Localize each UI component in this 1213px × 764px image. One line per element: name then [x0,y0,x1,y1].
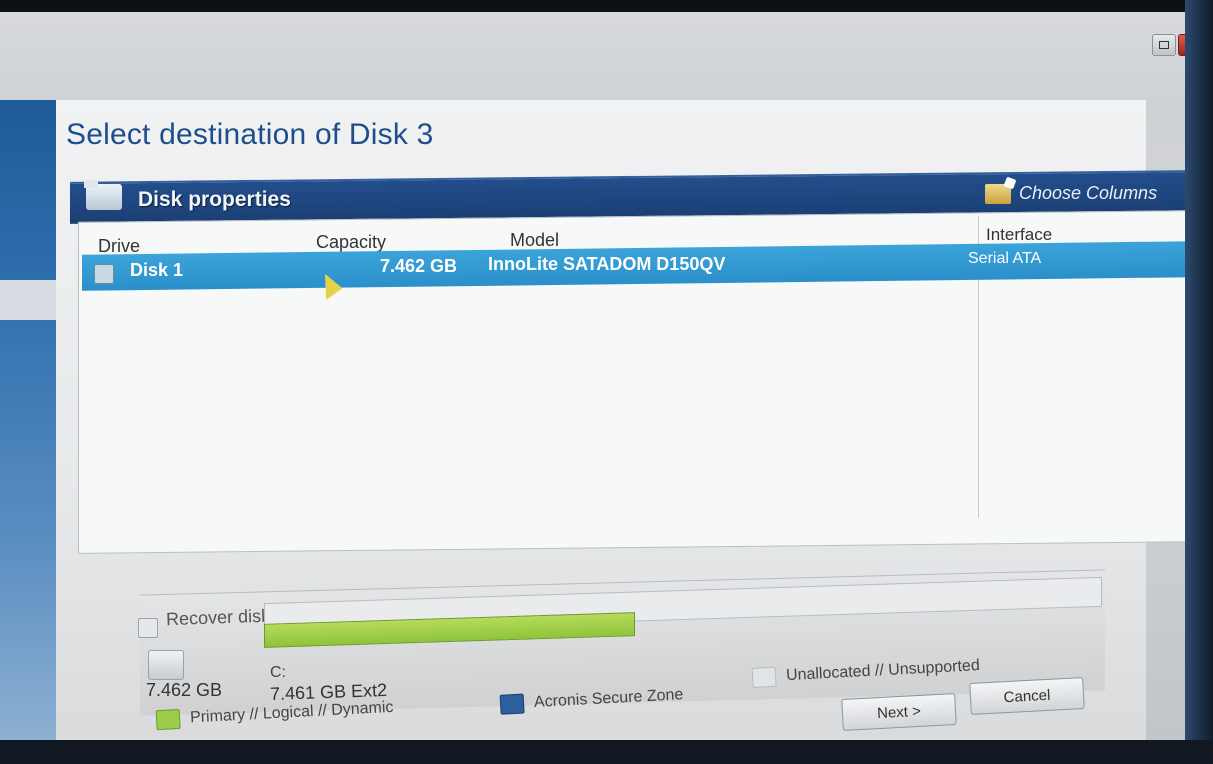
choose-columns-button[interactable]: Choose Columns [985,183,1157,204]
recover-disk-signature-checkbox[interactable] [138,618,158,638]
panel-title: Disk properties [138,188,291,211]
left-sidebar-divider [0,280,56,320]
cell-model: InnoLite SATADOM D150QV [488,254,726,274]
acronis-swatch-icon [499,693,525,715]
disk-size: 7.462 GB [146,680,223,700]
cancel-button[interactable]: Cancel [969,677,1085,715]
unallocated-swatch-icon [751,666,777,688]
choose-columns-label: Choose Columns [1019,183,1158,203]
partition-letter: C: [270,664,286,681]
column-header-capacity[interactable]: Capacity [316,232,386,253]
disk-properties-icon [84,180,122,210]
column-header-model[interactable]: Model [510,230,559,251]
row-checkbox[interactable] [94,264,114,284]
window-titlebar [0,12,1185,100]
columns-icon [985,183,1011,204]
disk-icon [148,650,184,680]
cell-interface: Serial ATA [968,250,1042,267]
cell-capacity: 7.462 GB [380,256,458,276]
monitor-bezel-right [1185,0,1213,764]
column-header-interface[interactable]: Interface [986,225,1052,245]
monitor-bezel-bottom [0,740,1213,764]
next-button[interactable]: Next > [841,693,957,731]
primary-swatch-icon [155,708,181,731]
monitor-bezel-top [0,0,1213,12]
restore-button[interactable] [1152,34,1176,56]
cell-drive: Disk 1 [130,260,184,280]
left-sidebar-strip [0,100,56,740]
dialog-title: Select destination of Disk 3 [66,118,434,151]
